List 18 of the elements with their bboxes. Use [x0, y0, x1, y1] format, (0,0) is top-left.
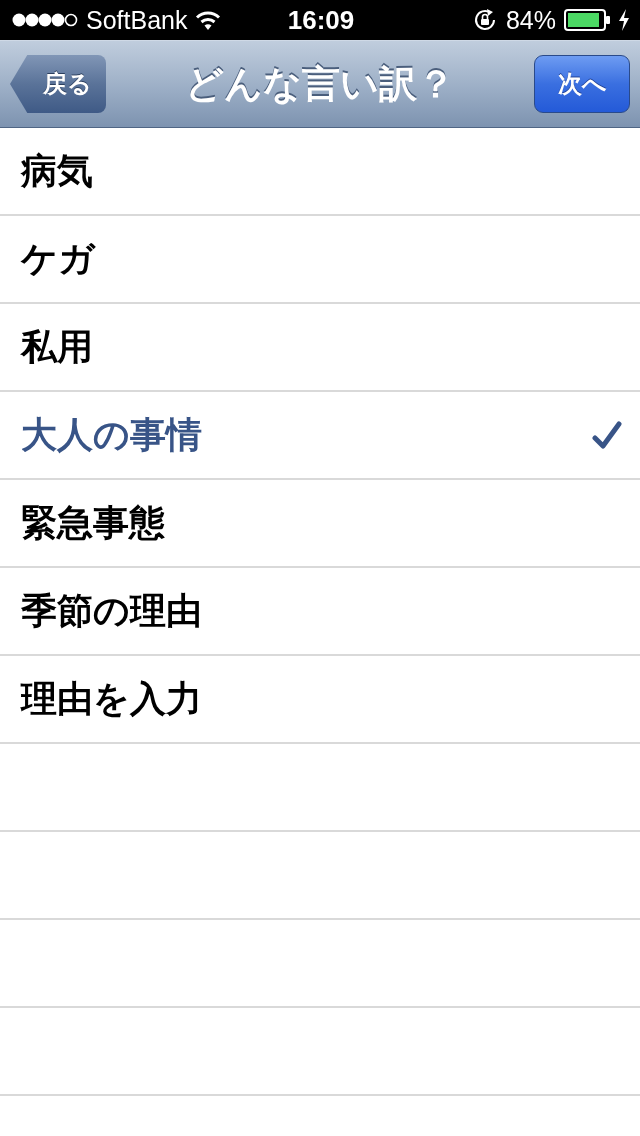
list-item[interactable]: 私用 — [0, 304, 640, 392]
next-button[interactable]: 次へ — [534, 55, 630, 113]
charging-bolt-icon — [618, 9, 630, 31]
checkmark-icon — [592, 421, 622, 449]
carrier-name: SoftBank — [86, 5, 188, 35]
list-item[interactable]: ケガ — [0, 216, 640, 304]
battery-icon — [564, 9, 610, 31]
list-item[interactable]: 大人の事情 — [0, 392, 640, 480]
back-button[interactable]: 戻る — [10, 55, 106, 113]
wifi-icon — [195, 10, 222, 30]
list-item[interactable]: 季節の理由 — [0, 568, 640, 656]
list-item[interactable]: 緊急事態 — [0, 480, 640, 568]
signal-icon — [12, 13, 78, 27]
nav-title: どんな言い訳？ — [185, 61, 455, 107]
list-item[interactable]: 理由を入力 — [0, 656, 640, 744]
status-time: 16:09 — [287, 4, 355, 36]
list-item[interactable]: 病気 — [0, 128, 640, 216]
battery-percentage: 84% — [505, 5, 556, 35]
